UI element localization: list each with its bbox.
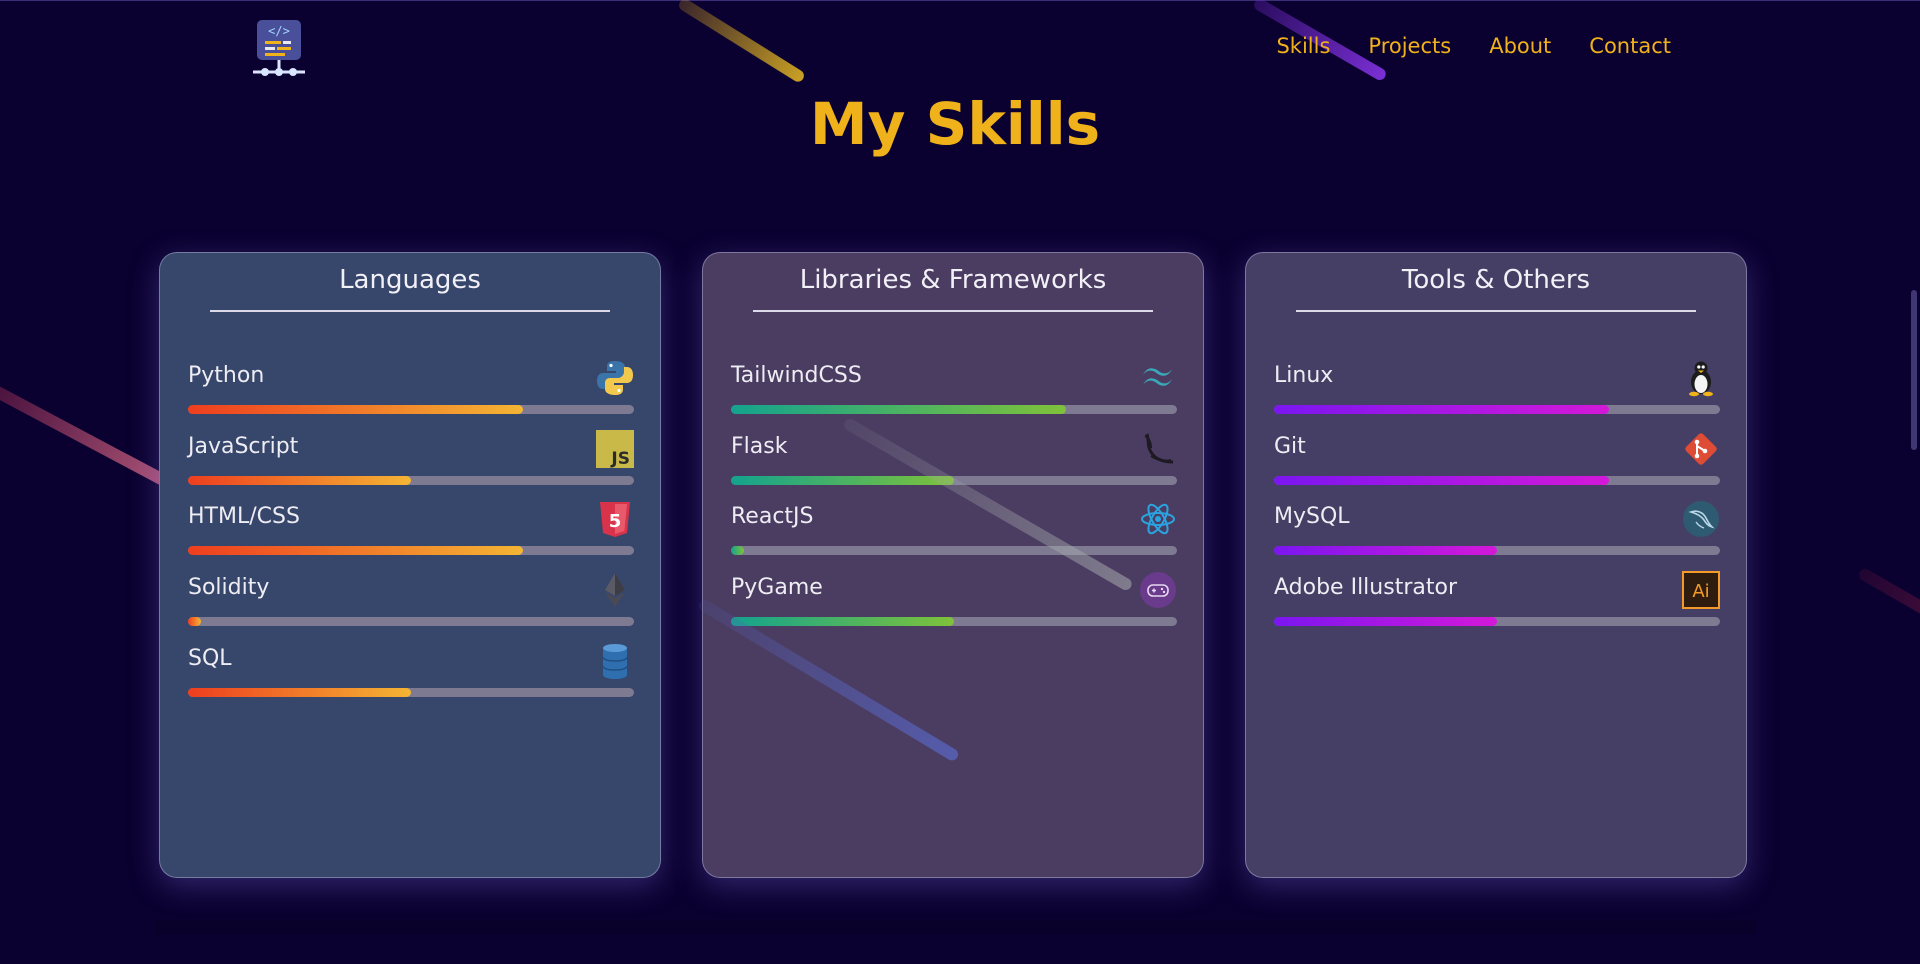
python-icon — [596, 359, 634, 397]
card-divider — [753, 310, 1153, 312]
skills-card-libraries-frameworks: Libraries & Frameworks TailwindCSS Flask — [702, 252, 1204, 878]
top-border — [0, 0, 1920, 1]
card-divider — [210, 310, 610, 312]
card-title: Tools & Others — [1401, 265, 1591, 295]
skill-name: HTML/CSS — [188, 504, 300, 529]
skill-progress-fill — [188, 688, 411, 697]
card-title: Libraries & Frameworks — [799, 265, 1107, 295]
skill-name: PyGame — [731, 575, 823, 600]
svg-text:</>: </> — [268, 24, 290, 38]
skill-progress-bar — [731, 617, 1177, 626]
nav-link-about[interactable]: About — [1489, 34, 1551, 58]
skill-item-solidity: Solidity — [188, 573, 634, 635]
skills-card-tools-others: Tools & Others Linux Git MySQL Adobe Ill… — [1245, 252, 1747, 878]
decorative-streak — [1857, 566, 1920, 638]
ethereum-icon — [596, 571, 634, 609]
flask-icon — [1139, 430, 1177, 468]
nav-link-skills[interactable]: Skills — [1276, 34, 1330, 58]
javascript-icon: JS — [596, 430, 634, 468]
linux-tux-icon — [1682, 359, 1720, 397]
skill-progress-fill — [188, 546, 523, 555]
skill-progress-fill — [1274, 405, 1609, 414]
skill-name: SQL — [188, 646, 232, 671]
database-icon — [596, 642, 634, 680]
skill-item-tailwindcss: TailwindCSS — [731, 363, 1177, 423]
skill-progress-bar — [1274, 405, 1720, 414]
site-logo[interactable]: </> — [250, 18, 308, 80]
page-title: My Skills — [809, 90, 1101, 158]
skill-progress-bar — [1274, 546, 1720, 555]
skill-progress-bar — [188, 688, 634, 697]
skill-progress-fill — [731, 546, 745, 555]
skills-page: </> Skills Projects About Contact My Ski… — [0, 0, 1920, 964]
skill-progress-bar — [731, 405, 1177, 414]
skill-item-linux: Linux — [1274, 361, 1720, 423]
svg-text:5: 5 — [609, 511, 622, 532]
illustrator-icon: Ai — [1682, 571, 1720, 609]
card-divider — [1296, 310, 1696, 312]
skill-progress-bar — [188, 405, 634, 414]
decorative-streak — [676, 0, 807, 84]
card-title: Languages — [339, 265, 481, 295]
skill-name: Solidity — [188, 575, 270, 600]
main-nav: Skills Projects About Contact — [1238, 34, 1671, 58]
skill-progress-bar — [731, 546, 1177, 555]
skill-item-reactjs: ReactJS — [731, 503, 1177, 564]
skill-name: Git — [1274, 434, 1306, 459]
skill-progress-fill — [731, 405, 1066, 414]
skill-progress-bar — [188, 617, 634, 626]
skill-progress-fill — [188, 617, 202, 626]
skill-name: TailwindCSS — [731, 363, 862, 388]
skill-progress-fill — [731, 476, 954, 485]
skill-progress-bar — [1274, 617, 1720, 626]
skill-item-python: Python — [188, 361, 634, 423]
section-bottom-edge — [155, 920, 1755, 934]
skill-progress-bar — [188, 546, 634, 555]
mysql-dolphin-icon — [1682, 500, 1720, 538]
skill-name: JavaScript — [188, 434, 299, 459]
skill-item-javascript: JavaScript JS — [188, 430, 634, 494]
skill-name: MySQL — [1274, 504, 1350, 529]
git-icon — [1682, 430, 1720, 468]
skill-name: Flask — [731, 434, 788, 459]
skill-progress-bar — [1274, 476, 1720, 485]
skill-item-adobe-illustrator: Adobe Illustrator Ai — [1274, 571, 1720, 635]
skill-name: Linux — [1274, 363, 1334, 388]
skill-progress-fill — [731, 617, 954, 626]
skill-progress-fill — [1274, 546, 1497, 555]
skill-item-git: Git — [1274, 433, 1720, 494]
skill-item-mysql: MySQL — [1274, 501, 1720, 564]
skill-item-pygame: PyGame — [731, 572, 1177, 635]
tailwind-icon — [1139, 359, 1177, 397]
skill-name: Adobe Illustrator — [1274, 575, 1457, 600]
skill-name: Python — [188, 363, 265, 388]
skill-item-sql: SQL — [188, 644, 634, 706]
skill-progress-bar — [188, 476, 634, 485]
code-logo-icon: </> — [253, 20, 305, 76]
react-icon — [1139, 500, 1177, 538]
svg-text:JS: JS — [610, 449, 630, 468]
skill-progress-fill — [1274, 617, 1497, 626]
skill-progress-fill — [188, 476, 411, 485]
svg-text:Ai: Ai — [1692, 581, 1709, 602]
skill-progress-fill — [188, 405, 523, 414]
gamepad-icon — [1139, 571, 1177, 609]
skill-progress-fill — [1274, 476, 1609, 485]
html5-icon: 5 — [596, 500, 634, 538]
skill-item-html-css: HTML/CSS 5 — [188, 502, 634, 564]
page-scrollbar[interactable] — [1911, 290, 1917, 450]
skill-name: ReactJS — [731, 504, 814, 529]
nav-link-projects[interactable]: Projects — [1368, 34, 1451, 58]
skills-card-languages: Languages Python JavaScript JS HTML/CSS … — [159, 252, 661, 878]
nav-link-contact[interactable]: Contact — [1589, 34, 1671, 58]
